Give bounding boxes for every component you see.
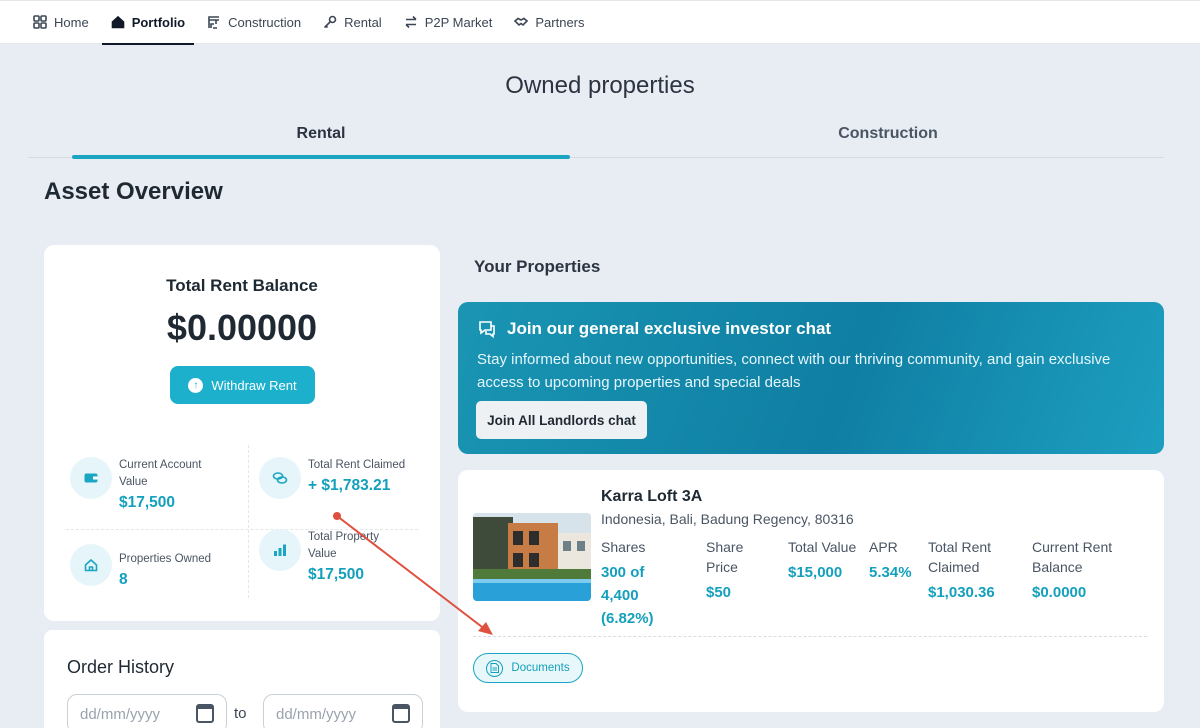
col-share-price: Share Price $50 xyxy=(706,537,766,604)
property-divider xyxy=(473,636,1147,637)
crane-icon xyxy=(208,16,220,29)
property-tabs: Rental Construction xyxy=(28,118,1164,159)
col-total-value: Total Value $15,000 xyxy=(788,537,868,584)
col-share-price-value: $50 xyxy=(706,584,732,601)
documents-button[interactable]: Documents xyxy=(473,653,583,683)
tab-rental[interactable]: Rental xyxy=(72,118,570,159)
chat-icon xyxy=(479,321,495,339)
stat-properties-owned: Properties Owned 8 xyxy=(70,544,211,589)
calendar-icon[interactable] xyxy=(392,704,410,723)
withdraw-rent-button[interactable]: ↑ Withdraw Rent xyxy=(170,366,315,404)
documents-label: Documents xyxy=(511,662,570,674)
col-shares: Shares 300 of 4,400 (6.82%) xyxy=(601,537,671,630)
nav-portfolio-label: Portfolio xyxy=(131,14,186,30)
stat-current-account-value: $17,500 xyxy=(119,494,176,511)
your-properties-title: Your Properties xyxy=(474,257,601,276)
nav-p2p-market[interactable]: P2P Market xyxy=(395,0,502,44)
investor-chat-title-text: Join our general exclusive investor chat xyxy=(507,319,832,338)
date-to-placeholder: dd/mm/yyyy xyxy=(276,705,357,723)
col-current-rent-balance-value: $0.0000 xyxy=(1032,584,1087,601)
col-current-rent-balance-label: Current Rent Balance xyxy=(1032,539,1113,575)
stat-current-account: Current Account Value $17,500 xyxy=(70,457,219,512)
col-apr-value: 5.34% xyxy=(869,564,912,581)
property-address: Indonesia, Bali, Badung Regency, 80316 xyxy=(601,511,854,527)
nav-portfolio[interactable]: Portfolio xyxy=(101,0,195,45)
asset-overview-title: Asset Overview xyxy=(44,178,223,205)
col-total-rent-claimed-value: $1,030.36 xyxy=(928,584,995,601)
withdraw-rent-label: Withdraw Rent xyxy=(211,377,297,393)
stat-current-account-label: Current Account Value xyxy=(119,459,202,488)
swap-icon xyxy=(405,15,417,29)
page-title: Owned properties xyxy=(505,72,695,99)
property-photo[interactable] xyxy=(473,513,591,601)
col-shares-label: Shares xyxy=(601,539,646,555)
coins-icon xyxy=(259,457,301,499)
order-history-title: Order History xyxy=(67,657,175,677)
stat-rent-claimed-label: Total Rent Claimed xyxy=(308,459,406,471)
stat-property-value-label: Total Property Value xyxy=(308,531,379,560)
house-icon xyxy=(111,15,124,29)
stat-rent-claimed: Total Rent Claimed + $1,783.21 xyxy=(259,457,405,499)
stat-property-value-value: $17,500 xyxy=(308,566,365,583)
grid-icon xyxy=(33,15,47,29)
col-shares-value: 300 of 4,400 (6.82%) xyxy=(601,564,654,627)
stat-property-value: Total Property Value $17,500 xyxy=(259,529,403,584)
arrow-up-icon: ↑ xyxy=(188,377,204,393)
rent-balance-card: Total Rent Balance $0.00000 ↑ Withdraw R… xyxy=(44,245,440,621)
date-from-input[interactable]: dd/mm/yyyy xyxy=(67,694,227,728)
col-total-value-label: Total Value xyxy=(788,539,857,555)
nav-construction-label: Construction xyxy=(228,14,302,30)
order-history-card: Order History dd/mm/yyyy to dd/mm/yyyy xyxy=(44,630,440,728)
document-icon xyxy=(486,659,504,677)
col-total-rent-claimed: Total Rent Claimed $1,030.36 xyxy=(928,537,1018,604)
calendar-icon[interactable] xyxy=(196,704,214,723)
nav-p2p-label: P2P Market xyxy=(424,14,493,30)
col-apr-label: APR xyxy=(869,539,898,555)
investor-chat-title: Join our general exclusive investor chat xyxy=(477,319,831,339)
top-nav: Home Portfolio Construction Rental P2P M… xyxy=(0,0,1200,45)
col-apr: APR 5.34% xyxy=(869,537,925,584)
property-name[interactable]: Karra Loft 3A xyxy=(601,488,702,506)
col-share-price-label: Share Price xyxy=(706,539,744,575)
col-current-rent-balance: Current Rent Balance $0.0000 xyxy=(1032,537,1142,604)
date-to-input[interactable]: dd/mm/yyyy xyxy=(263,694,423,728)
property-card[interactable]: Karra Loft 3A Indonesia, Bali, Badung Re… xyxy=(458,470,1164,712)
wallet-icon xyxy=(70,457,112,499)
nav-partners-label: Partners xyxy=(535,14,585,30)
stat-properties-owned-value: 8 xyxy=(119,571,128,588)
key-icon xyxy=(324,15,337,29)
col-total-value-value: $15,000 xyxy=(788,564,843,581)
rent-balance-value: $0.00000 xyxy=(166,307,318,348)
col-total-rent-claimed-label: Total Rent Claimed xyxy=(928,539,992,575)
investor-chat-banner: Join our general exclusive investor chat… xyxy=(458,302,1164,454)
date-from-placeholder: dd/mm/yyyy xyxy=(80,705,161,723)
tab-construction[interactable]: Construction xyxy=(638,118,1138,157)
nav-rental[interactable]: Rental xyxy=(314,0,391,44)
nav-home[interactable]: Home xyxy=(24,0,98,44)
stat-properties-owned-label: Properties Owned xyxy=(119,553,212,565)
rent-balance-label: Total Rent Balance xyxy=(166,276,318,295)
nav-rental-label: Rental xyxy=(344,14,382,30)
stat-rent-claimed-value: + $1,783.21 xyxy=(308,477,391,494)
account-stats: Current Account Value $17,500 Total Rent… xyxy=(66,445,418,598)
join-landlords-chat-button[interactable]: Join All Landlords chat xyxy=(476,401,647,439)
bar-chart-icon xyxy=(259,529,301,571)
stats-divider-vertical xyxy=(248,445,249,598)
nav-home-label: Home xyxy=(54,14,89,30)
nav-construction[interactable]: Construction xyxy=(198,0,310,44)
nav-partners[interactable]: Partners xyxy=(505,0,593,44)
date-range-to-label: to xyxy=(234,705,247,722)
home-icon xyxy=(70,544,112,586)
handshake-icon xyxy=(514,17,529,27)
investor-chat-description: Stay informed about new opportunities, c… xyxy=(477,351,1111,391)
